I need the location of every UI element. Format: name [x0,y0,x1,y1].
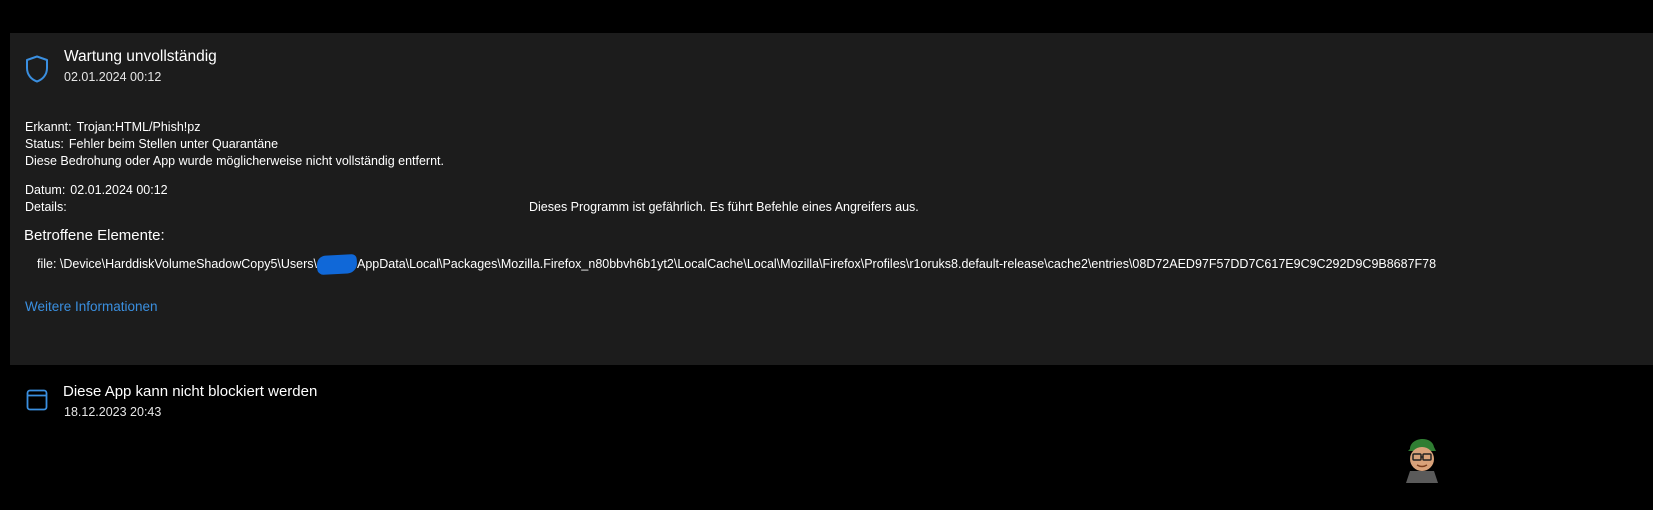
status-value: Fehler beim Stellen unter Quarantäne [68,137,279,151]
threat-timestamp: 02.01.2024 00:12 [64,70,162,84]
app-window-icon [26,389,48,411]
date-label: Datum: [25,183,66,197]
date-row: Datum: 02.01.2024 00:12 [25,183,168,197]
date-value: 02.01.2024 00:12 [70,183,168,197]
redacted-username [316,254,358,276]
file-path-suffix: AppData\Local\Packages\Mozilla.Firefox_n… [357,257,1437,271]
removal-note: Diese Bedrohung oder App wurde möglicher… [25,154,444,168]
file-path-prefix: file: \Device\HarddiskVolumeShadowCopy5\… [37,257,317,271]
appuals-mascot-logo [1406,438,1438,483]
details-value: Dieses Programm ist gefährlich. Es führt… [529,200,919,214]
detected-value: Trojan:HTML/Phish!pz [76,120,201,134]
second-item-timestamp: 18.12.2023 20:43 [64,405,162,419]
status-row: Status: Fehler beim Stellen unter Quarant… [25,137,278,151]
more-info-link[interactable]: Weitere Informationen [25,299,158,314]
affected-file-path: file: \Device\HarddiskVolumeShadowCopy5\… [37,254,1437,276]
detected-row: Erkannt: Trojan:HTML/Phish!pz [25,120,200,134]
details-label: Details: [25,200,67,214]
status-label: Status: [25,137,64,151]
affected-items-heading: Betroffene Elemente: [24,227,165,244]
threat-title: Wartung unvollständig [64,48,217,65]
shield-icon [26,55,48,83]
detected-label: Erkannt: [25,120,72,134]
threat-detail-card: Wartung unvollständig 02.01.2024 00:12 E… [10,33,1653,365]
second-item-title[interactable]: Diese App kann nicht blockiert werden [63,383,317,400]
protection-history-view: Wartung unvollständig 02.01.2024 00:12 E… [0,0,1653,510]
